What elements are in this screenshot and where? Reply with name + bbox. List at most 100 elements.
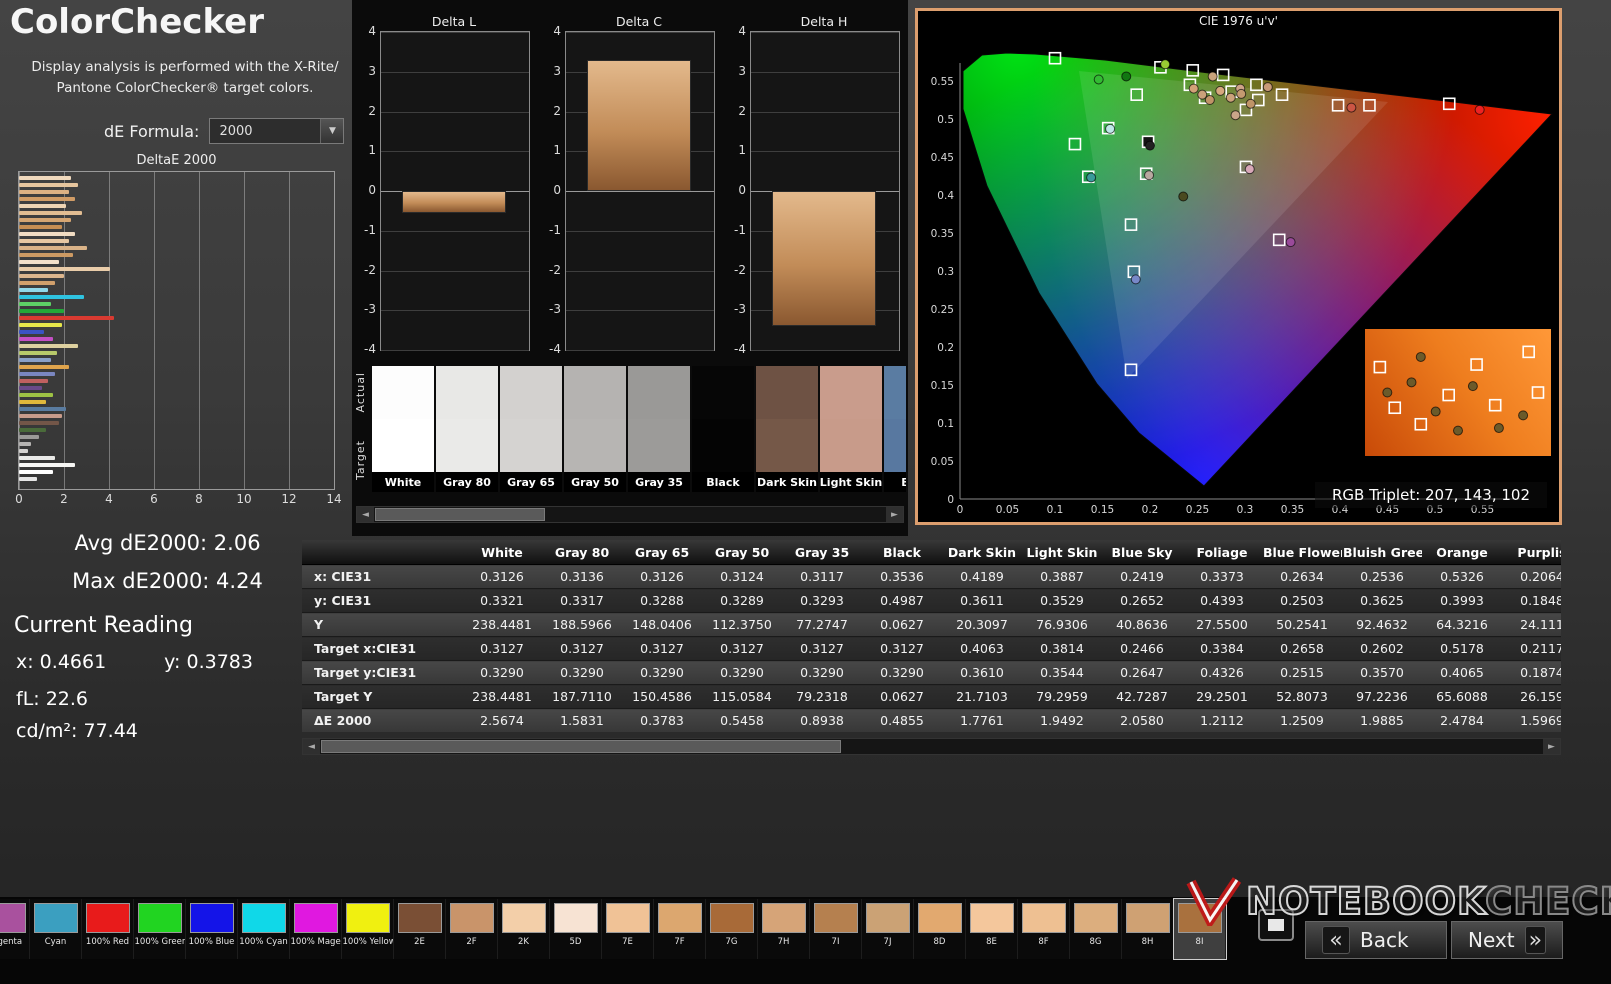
deltae-bar <box>19 463 75 467</box>
patch-color-chip <box>0 903 26 933</box>
patch-tab-label: 8G <box>1090 937 1102 947</box>
patch-tab-7i[interactable]: 7I <box>810 899 862 959</box>
patch-color-chip <box>1074 903 1118 933</box>
deltae-bar <box>19 211 82 215</box>
patch-tab-7j[interactable]: 7J <box>862 899 914 959</box>
delta-c-chart: Delta C 43210-1-2-3-4 <box>537 0 722 362</box>
patch-tab-8g[interactable]: 8G <box>1070 899 1122 959</box>
patch-tab-100-blue[interactable]: 100% Blue <box>186 899 238 959</box>
patch-tab-5d[interactable]: 5D <box>550 899 602 959</box>
svg-text:0.1: 0.1 <box>1047 504 1064 516</box>
deltae-bar <box>19 239 69 243</box>
table-row: y: CIE310.33210.33170.32880.32890.32930.… <box>302 589 1561 613</box>
patch-swatch-gray-50: Gray 50 <box>564 366 626 492</box>
patch-color-chip <box>554 903 598 933</box>
patch-tab-8e[interactable]: 8E <box>966 899 1018 959</box>
patch-tab-label: Cyan <box>45 937 67 947</box>
patch-tab-label: 7E <box>622 937 633 947</box>
svg-text:0.35: 0.35 <box>931 228 954 240</box>
patch-tab-label: 8D <box>934 937 946 947</box>
patch-tab-7e[interactable]: 7E <box>602 899 654 959</box>
chevron-down-icon: ▼ <box>320 119 343 143</box>
table-scrollbar-track <box>320 739 1543 754</box>
patch-color-chip <box>1022 903 1066 933</box>
patch-tab-cyan[interactable]: Cyan <box>30 899 82 959</box>
display-icon-button[interactable] <box>1258 909 1294 941</box>
current-reading-title: Current Reading <box>14 613 193 638</box>
deltae-bar <box>19 449 28 453</box>
patch-tab-100-green[interactable]: 100% Green <box>134 899 186 959</box>
scroll-left-icon[interactable]: ◄ <box>303 739 320 754</box>
scroll-left-icon[interactable]: ◄ <box>357 507 374 522</box>
patch-tab-8f[interactable]: 8F <box>1018 899 1070 959</box>
current-fl: fL: 22.6 <box>16 688 88 710</box>
patch-tab-label: 2E <box>414 937 425 947</box>
swatch-scrollbar-thumb[interactable] <box>375 508 545 521</box>
deltae-bar <box>19 204 66 208</box>
svg-text:0.3: 0.3 <box>937 266 954 278</box>
current-reading-xy: x: 0.4661 y: 0.3783 <box>16 651 253 673</box>
patch-tab-100-yellow[interactable]: 100% Yellow <box>342 899 394 959</box>
patch-tab-2e[interactable]: 2E <box>394 899 446 959</box>
deltae-chart <box>18 171 335 490</box>
display-icon <box>1268 919 1284 931</box>
deltae-bar <box>19 232 75 236</box>
patch-swatch-gray-35: Gray 35 <box>628 366 690 492</box>
table-scrollbar-thumb[interactable] <box>321 740 841 753</box>
deltae-bar <box>19 365 69 369</box>
svg-text:0.15: 0.15 <box>931 380 954 392</box>
patch-tab-8d[interactable]: 8D <box>914 899 966 959</box>
colorchecker-app: ColorChecker Display analysis is perform… <box>0 0 1611 984</box>
patch-tab-magenta[interactable]: Magenta <box>0 899 30 959</box>
svg-text:0.05: 0.05 <box>996 504 1019 516</box>
de-formula-select[interactable]: 2000 ▼ <box>209 118 344 144</box>
patch-tab-100-magenta[interactable]: 100% Magenta <box>290 899 342 959</box>
scroll-right-icon[interactable]: ► <box>1543 739 1560 754</box>
patch-tab-2f[interactable]: 2F <box>446 899 498 959</box>
table-row: Target x:CIE310.31270.31270.31270.31270.… <box>302 637 1561 661</box>
table-row: Y238.4481188.5966148.0406112.375077.2747… <box>302 613 1561 637</box>
patch-tab-2k[interactable]: 2K <box>498 899 550 959</box>
de-formula-label: dE Formula: <box>104 122 199 141</box>
patch-tab-8h[interactable]: 8H <box>1122 899 1174 959</box>
patch-color-chip <box>710 903 754 933</box>
deltae-bar <box>19 246 87 250</box>
patch-color-chip <box>242 903 286 933</box>
patch-tab-7h[interactable]: 7H <box>758 899 810 959</box>
patch-color-chip <box>450 903 494 933</box>
svg-text:0.25: 0.25 <box>931 304 954 316</box>
patch-tab-label: 100% Red <box>86 937 129 947</box>
patch-tab-8i[interactable]: 8I <box>1174 899 1226 959</box>
patch-tab-label: 2F <box>466 937 476 947</box>
avg-de2000: Avg dE2000: 2.06 <box>0 531 335 555</box>
back-button[interactable]: « Back <box>1305 921 1447 959</box>
delta-bar <box>587 60 691 191</box>
rgb-triplet-caption: RGB Triplet: 207, 143, 102 <box>1315 482 1547 508</box>
svg-text:0.15: 0.15 <box>1091 504 1114 516</box>
deltae-bar <box>19 456 55 460</box>
delta-bar <box>402 191 506 213</box>
deltae-bar <box>19 393 53 397</box>
patch-tab-bar: MagentaCyan100% Red100% Green100% Blue10… <box>0 897 1611 984</box>
deltae-bar <box>19 288 48 292</box>
patch-tab-7g[interactable]: 7G <box>706 899 758 959</box>
scroll-right-icon[interactable]: ► <box>886 507 903 522</box>
cie-diagram-panel: 00.050.10.150.20.250.30.350.40.450.50.55… <box>915 8 1562 525</box>
patch-tab-100-cyan[interactable]: 100% Cyan <box>238 899 290 959</box>
patch-tab-7f[interactable]: 7F <box>654 899 706 959</box>
patch-tab-100-red[interactable]: 100% Red <box>82 899 134 959</box>
delta-h-title: Delta H <box>750 14 898 29</box>
next-button[interactable]: Next » <box>1451 921 1563 959</box>
patch-color-chip <box>658 903 702 933</box>
patch-color-chip <box>866 903 910 933</box>
patch-swatch-light-skin: Light Skin <box>820 366 882 492</box>
current-luminance: cd/m²: 77.44 <box>16 720 138 742</box>
deltae-bar <box>19 372 55 376</box>
table-row: x: CIE310.31260.31360.31260.31240.31170.… <box>302 565 1561 589</box>
deltae-bar <box>19 281 55 285</box>
deltae-bar <box>19 176 71 180</box>
current-x: x: 0.4661 <box>16 651 106 673</box>
patch-swatch-blue: Blue <box>884 366 906 492</box>
deltae-bar <box>19 274 64 278</box>
patch-color-chip <box>346 903 390 933</box>
